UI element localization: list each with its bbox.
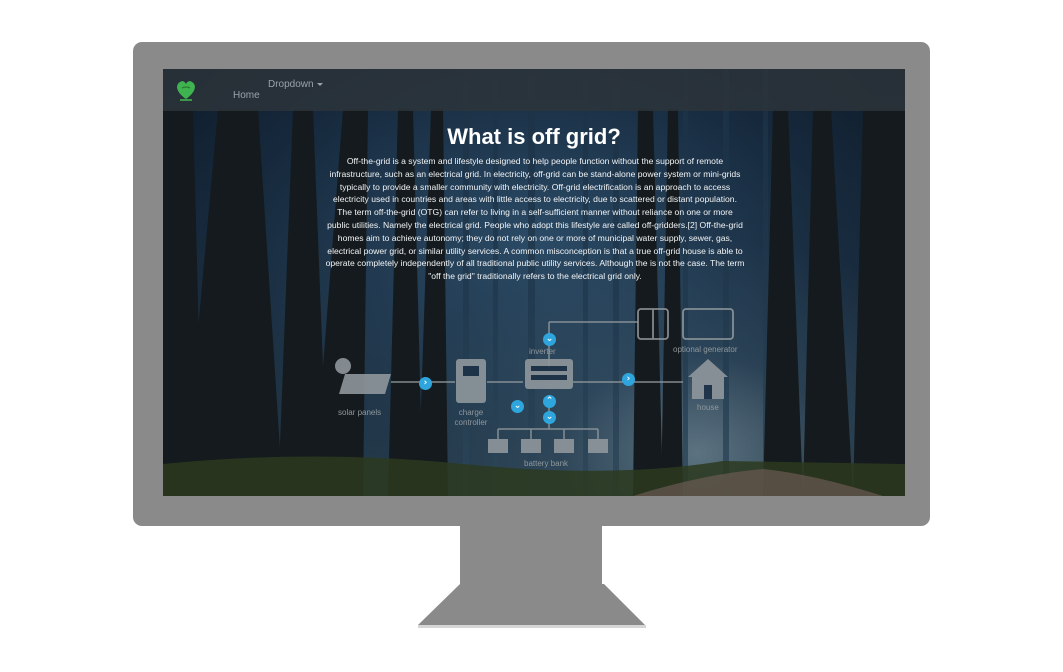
charge-controller-icon — [456, 359, 486, 403]
chevron-up-icon[interactable]: ⌃ — [543, 395, 556, 408]
chevron-down-icon[interactable]: ⌄ — [511, 400, 524, 413]
off-grid-diagram — [335, 308, 734, 453]
inverter-icon — [525, 359, 573, 389]
house-icon — [688, 359, 728, 399]
battery-bank-label: battery bank — [524, 459, 569, 468]
screen: Home Dropdown What is off grid? Off-the-… — [163, 69, 905, 496]
solar-panel-icon — [335, 358, 391, 394]
chevron-right-icon[interactable]: › — [419, 377, 432, 390]
chevron-right-icon[interactable]: › — [622, 373, 635, 386]
battery-bank-icon — [488, 439, 608, 453]
generator-icon — [637, 308, 734, 340]
house-label: house — [697, 403, 719, 412]
generator-label: optional generator — [673, 345, 738, 354]
chevron-down-icon[interactable]: ⌄ — [543, 411, 556, 424]
monitor-stand-neck — [460, 524, 602, 586]
charge-controller-label: charge controller — [454, 408, 488, 427]
chevron-down-icon[interactable]: ⌄ — [543, 333, 556, 346]
monitor-stand-base — [418, 584, 646, 628]
solar-panels-label: solar panels — [338, 408, 382, 417]
inverter-label: inverter — [529, 347, 556, 356]
